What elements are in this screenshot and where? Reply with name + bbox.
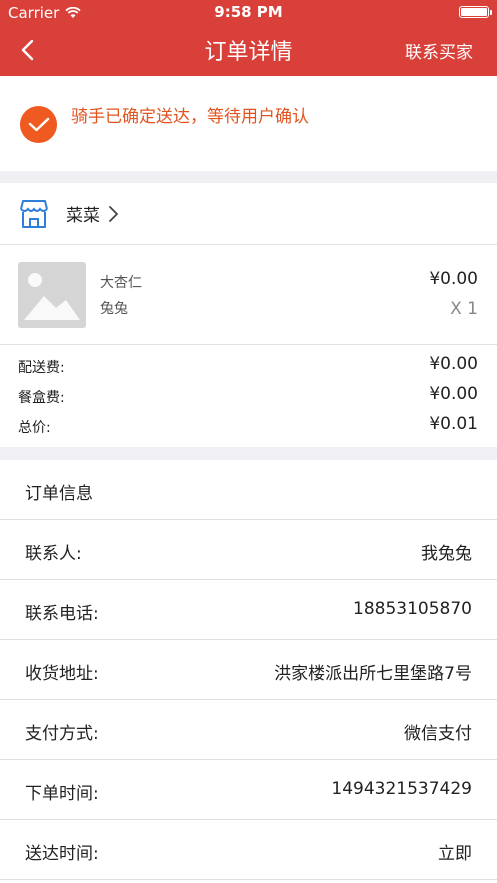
fee-value: ¥0.00 xyxy=(429,354,478,374)
screen: Carrier 9:58 PM 订单详情 联系买家 骑手已确定送达，等待用户确认… xyxy=(0,0,497,883)
info-row-order-time: 下单时间: 1494321537429 xyxy=(0,760,497,820)
info-value: 我兔兔 xyxy=(421,544,472,564)
info-label: 下单时间: xyxy=(25,784,99,804)
shop-row[interactable]: 菜菜 xyxy=(0,183,497,245)
info-row-address: 收货地址: 洪家楼派出所七里堡路7号 xyxy=(0,640,497,700)
order-status-card: 骑手已确定送达，等待用户确认 xyxy=(0,76,497,171)
check-icon xyxy=(28,117,49,131)
item-name: 大杏仁 xyxy=(100,275,142,291)
item-spec: 兔兔 xyxy=(100,301,128,317)
info-value: 洪家楼派出所七里堡路7号 xyxy=(274,664,472,684)
fee-label: 餐盒费: xyxy=(18,390,65,406)
total-price-row: 总价: ¥0.01 xyxy=(0,413,497,443)
shop-name: 菜菜 xyxy=(66,206,100,226)
section-title: 订单信息 xyxy=(25,484,93,504)
fee-label: 总价: xyxy=(18,420,51,436)
info-value[interactable]: 18853105870 xyxy=(353,599,472,619)
info-value: 微信支付 xyxy=(404,724,472,744)
info-label: 联系电话: xyxy=(25,604,99,624)
battery-fill xyxy=(461,8,487,16)
order-info-title-row: 订单信息 xyxy=(0,460,497,520)
fee-label: 配送费: xyxy=(18,360,65,376)
order-info-card: 订单信息 联系人: 我兔兔 联系电话: 18853105870 收货地址: 洪家… xyxy=(0,460,497,883)
box-fee-row: 餐盒费: ¥0.00 xyxy=(0,383,497,413)
info-row-contact: 联系人: 我兔兔 xyxy=(0,520,497,580)
order-items-card: 菜菜 大杏仁 兔兔 ¥0.00 X 1 配送费: ¥0.00 餐盒费: ¥0.0… xyxy=(0,183,497,447)
info-label: 收货地址: xyxy=(25,664,99,684)
info-label: 联系人: xyxy=(25,544,82,564)
item-quantity: X 1 xyxy=(450,299,478,319)
header: Carrier 9:58 PM 订单详情 联系买家 xyxy=(0,0,497,76)
fee-value: ¥0.00 xyxy=(429,384,478,404)
delivery-fee-row: 配送费: ¥0.00 xyxy=(0,353,497,383)
info-row-phone: 联系电话: 18853105870 xyxy=(0,580,497,640)
info-label: 送达时间: xyxy=(25,844,99,864)
chevron-right-icon xyxy=(109,205,118,222)
info-label: 支付方式: xyxy=(25,724,99,744)
check-circle-icon xyxy=(20,106,57,143)
fee-value: ¥0.01 xyxy=(429,414,478,434)
order-status-text: 骑手已确定送达，等待用户确认 xyxy=(71,107,309,127)
info-row-payment: 支付方式: 微信支付 xyxy=(0,700,497,760)
info-row-delivery-time: 送达时间: 立即 xyxy=(0,820,497,880)
info-value: 1494321537429 xyxy=(331,779,472,799)
info-value: 立即 xyxy=(438,844,472,864)
item-price: ¥0.00 xyxy=(429,269,478,289)
status-time: 9:58 PM xyxy=(214,3,283,21)
battery-icon xyxy=(459,6,492,18)
battery-tip xyxy=(490,10,492,15)
order-item-row: 大杏仁 兔兔 ¥0.00 X 1 xyxy=(0,245,497,345)
shop-icon xyxy=(20,199,48,228)
contact-buyer-button[interactable]: 联系买家 xyxy=(405,38,473,63)
image-placeholder-icon xyxy=(18,262,86,328)
